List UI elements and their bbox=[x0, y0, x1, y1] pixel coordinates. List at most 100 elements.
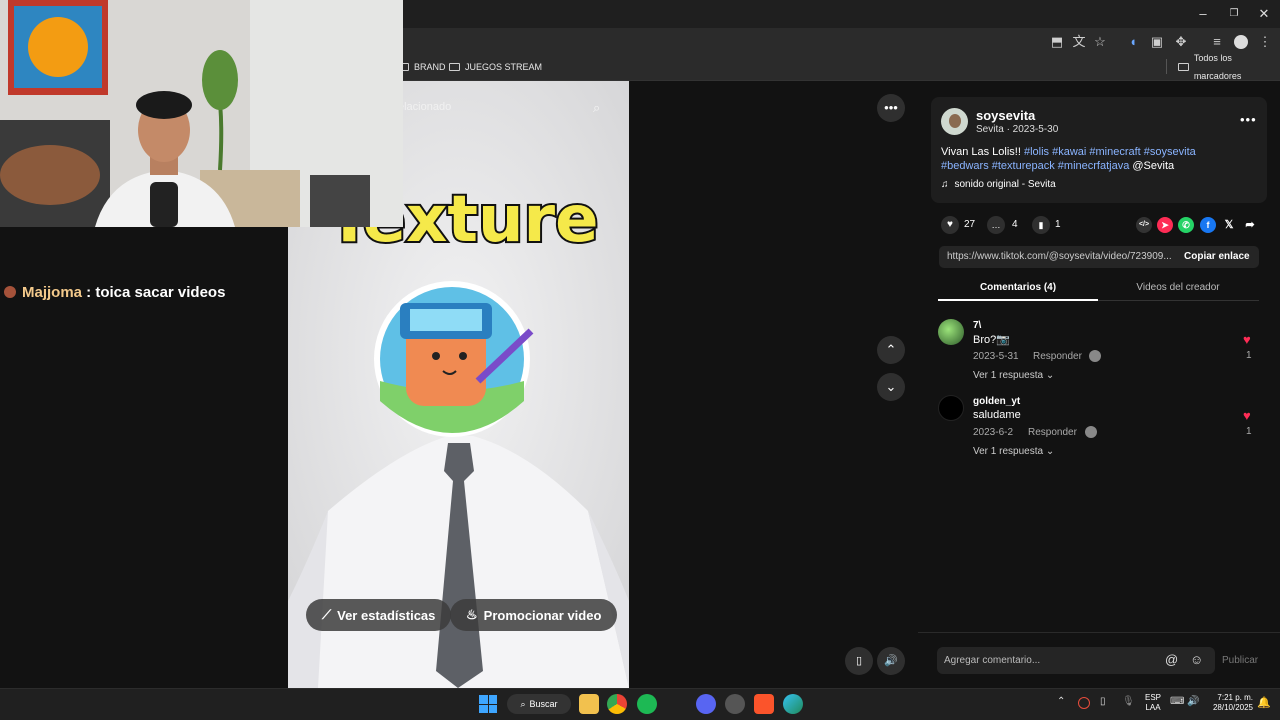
all-bookmarks[interactable]: Todos los marcadores bbox=[1178, 53, 1280, 81]
promote-button-label: Promocionar video bbox=[483, 607, 602, 623]
clock-time: 7:21 p. m. bbox=[1217, 693, 1253, 702]
view-replies-button[interactable]: Ver 1 respuesta ⌄ bbox=[973, 446, 1054, 457]
close-window-button[interactable]: ✕ bbox=[1249, 4, 1279, 24]
network-icon[interactable]: ⌨ bbox=[1170, 696, 1184, 707]
post-more-icon[interactable]: ••• bbox=[1240, 112, 1257, 127]
microphone-icon[interactable]: 🎙 bbox=[1122, 696, 1135, 707]
discord-icon[interactable] bbox=[696, 694, 716, 714]
chat-username: Majjoma bbox=[22, 284, 83, 301]
pip-button[interactable]: ▯ bbox=[845, 647, 873, 675]
like-icon[interactable]: ♥ bbox=[941, 216, 959, 234]
brave-icon[interactable] bbox=[754, 694, 774, 714]
restore-button[interactable]: ❐ bbox=[1219, 4, 1249, 24]
keyboard-layout: LAA bbox=[1145, 703, 1161, 712]
minimize-button[interactable]: – bbox=[1188, 4, 1218, 24]
puzzle-icon[interactable]: ✥ bbox=[1171, 32, 1191, 52]
view-replies-button[interactable]: Ver 1 respuesta ⌄ bbox=[973, 370, 1054, 381]
stats-button[interactable]: ⟋ Ver estadísticas bbox=[306, 599, 452, 631]
video-search-text: elacionado bbox=[398, 101, 452, 113]
caption-hashtags[interactable]: #bedwars #texturepack #minecrfatjava bbox=[941, 160, 1129, 172]
save-count: 1 bbox=[1055, 219, 1061, 230]
translate-icon[interactable]: 文 bbox=[1069, 32, 1089, 52]
chat-separator: : bbox=[82, 284, 96, 301]
video-link[interactable]: https://www.tiktok.com/@soysevita/video/… bbox=[947, 251, 1172, 262]
tab-creator-videos[interactable]: Videos del creador bbox=[1098, 282, 1258, 293]
comment-avatar[interactable] bbox=[938, 395, 964, 421]
previous-video-button[interactable]: ⌃ bbox=[877, 336, 905, 364]
app-icon[interactable] bbox=[725, 694, 745, 714]
chart-icon: ⟋ bbox=[322, 607, 332, 622]
clock[interactable]: 7:21 p. m. 28/10/2025 bbox=[1207, 693, 1253, 713]
chrome-icon[interactable] bbox=[607, 694, 627, 714]
reply-button[interactable]: Responder bbox=[1033, 351, 1082, 362]
comment-input-placeholder: Agregar comentario... bbox=[944, 655, 1041, 666]
install-app-icon[interactable]: ⬒ bbox=[1047, 32, 1067, 52]
comment-like-icon[interactable]: ♥ bbox=[1243, 332, 1251, 347]
mention-icon[interactable]: @ bbox=[1165, 652, 1178, 667]
comment-icon[interactable]: … bbox=[987, 216, 1005, 234]
facebook-icon[interactable]: f bbox=[1200, 217, 1216, 233]
promote-button[interactable]: ♨ Promocionar video bbox=[450, 599, 618, 631]
search-icon[interactable]: ⌕ bbox=[593, 100, 600, 116]
send-icon[interactable]: ➤ bbox=[1157, 217, 1173, 233]
comment-user[interactable]: golden_yt bbox=[973, 396, 1020, 407]
comment-like-count: 1 bbox=[1246, 350, 1252, 361]
search-icon: ⌕ bbox=[520, 698, 526, 709]
next-video-button[interactable]: ⌄ bbox=[877, 373, 905, 401]
author-subline: Sevita · 2023-5-30 bbox=[976, 124, 1059, 135]
flame-icon: ♨ bbox=[466, 607, 478, 622]
caption-hashtags[interactable]: #lolis #kawai #minecraft #soysevita bbox=[1024, 146, 1196, 158]
whatsapp-icon[interactable]: ✆ bbox=[1178, 217, 1194, 233]
notification-bell-icon[interactable]: 🔔 bbox=[1257, 696, 1271, 709]
volume-tray-icon[interactable]: 🔊 bbox=[1187, 696, 1199, 707]
webcam-image bbox=[0, 0, 403, 227]
tab-comments[interactable]: Comentarios (4) bbox=[938, 282, 1098, 293]
comment-user[interactable]: 7\ bbox=[973, 320, 981, 331]
volume-button[interactable]: 🔊 bbox=[877, 647, 905, 675]
publish-button[interactable]: Publicar bbox=[1222, 655, 1258, 666]
taskbar-search-label: Buscar bbox=[529, 699, 558, 709]
author-name[interactable]: soysevita bbox=[976, 108, 1035, 123]
spotify-icon[interactable] bbox=[637, 694, 657, 714]
comment-avatar[interactable] bbox=[938, 319, 964, 345]
bookmark-divider bbox=[1166, 59, 1167, 74]
caption-text: Vivan Las Lolis!! bbox=[941, 146, 1024, 158]
creator-like-avatar bbox=[1089, 350, 1101, 362]
x-icon[interactable]: 𝕏 bbox=[1221, 217, 1237, 233]
bookmark-star-icon[interactable]: ☆ bbox=[1090, 32, 1110, 52]
author-avatar[interactable] bbox=[941, 108, 968, 135]
bookmark-brand[interactable]: BRAND bbox=[398, 58, 446, 76]
cast-icon[interactable]: ◖ bbox=[1123, 32, 1143, 52]
webcam-overlay bbox=[0, 0, 403, 227]
copy-link-button[interactable]: Copiar enlace bbox=[1184, 251, 1250, 262]
tray-chevron-icon[interactable]: ⌃ bbox=[1057, 696, 1065, 707]
edge-icon[interactable] bbox=[783, 694, 803, 714]
extension-icon[interactable]: ▣ bbox=[1147, 32, 1167, 52]
bookmark-icon[interactable]: ▮ bbox=[1032, 216, 1050, 234]
stats-button-label: Ver estadísticas bbox=[337, 607, 436, 623]
file-explorer-icon[interactable] bbox=[579, 694, 599, 714]
share-icon[interactable]: ➦ bbox=[1242, 217, 1258, 233]
view-replies-label: Ver 1 respuesta bbox=[973, 370, 1044, 381]
all-bookmarks-label: Todos los marcadores bbox=[1193, 53, 1242, 81]
caption-mention[interactable]: @Sevita bbox=[1129, 160, 1174, 172]
active-tab-indicator bbox=[938, 299, 1098, 301]
battery-icon[interactable]: ▯ bbox=[1100, 696, 1106, 707]
language-indicator[interactable]: ESP LAA bbox=[1145, 693, 1161, 713]
bookmark-juegos-stream[interactable]: JUEGOS STREAM bbox=[449, 58, 542, 76]
taskbar-search[interactable]: ⌕ Buscar bbox=[507, 694, 571, 714]
tray-app-icon[interactable] bbox=[1078, 697, 1090, 709]
embed-icon[interactable]: </> bbox=[1136, 217, 1152, 233]
reply-button[interactable]: Responder bbox=[1028, 427, 1077, 438]
start-icon[interactable] bbox=[479, 695, 497, 713]
chat-message: Majjoma : toica sacar videos bbox=[22, 284, 225, 301]
folder-icon bbox=[1178, 63, 1189, 71]
sound-link[interactable]: ♫ sonido original - Sevita bbox=[941, 179, 1056, 190]
language-code: ESP bbox=[1145, 693, 1162, 702]
comment-date: 2023-5-31 bbox=[973, 351, 1019, 362]
creator-like-avatar bbox=[1085, 426, 1097, 438]
emoji-icon[interactable]: ☺ bbox=[1190, 652, 1203, 667]
more-options-button[interactable]: ••• bbox=[877, 94, 905, 122]
comment-like-icon[interactable]: ♥ bbox=[1243, 408, 1251, 423]
video-side-area bbox=[629, 81, 918, 688]
